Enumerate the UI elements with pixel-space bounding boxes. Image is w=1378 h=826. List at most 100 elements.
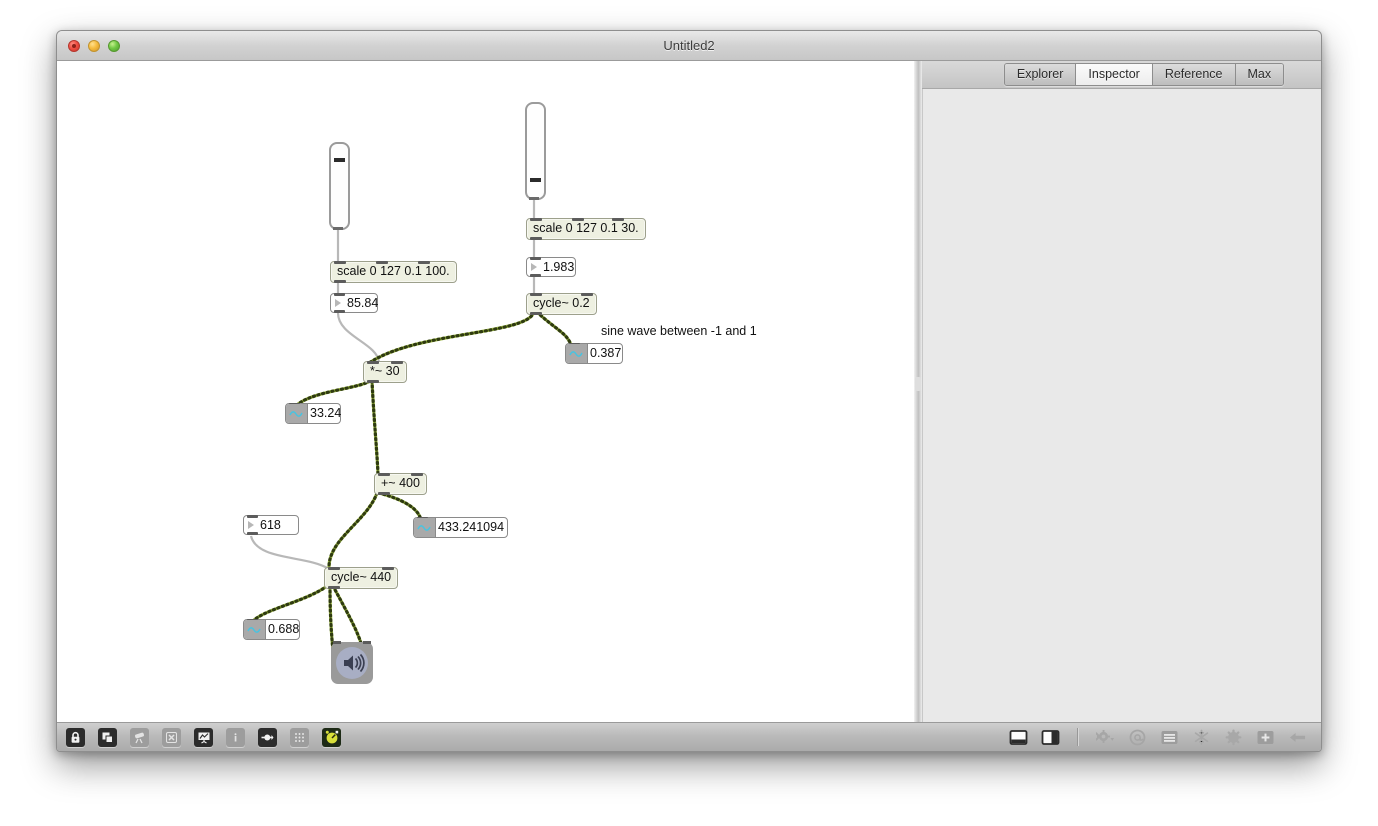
comment-sine-wave[interactable]: sine wave between -1 and 1: [601, 324, 757, 339]
number-triangle-icon: [248, 521, 254, 529]
inlet: [530, 257, 541, 260]
tab-strip: Explorer Inspector Reference Max: [1004, 63, 1284, 86]
tilde-icon: [566, 344, 588, 363]
screen: Untitled2: [0, 0, 1378, 826]
panel-bottom-icon[interactable]: [1009, 728, 1028, 747]
inlet: [334, 293, 345, 296]
inlet: [391, 361, 403, 364]
gear-dropdown-icon: [1096, 728, 1115, 747]
patch-cords: [57, 61, 919, 723]
patcher-window: Untitled2: [56, 30, 1322, 752]
object-text: cycle~ 440: [331, 570, 391, 584]
tilde-icon: [286, 404, 308, 423]
tab-max[interactable]: Max: [1236, 64, 1284, 85]
list-icon[interactable]: [1160, 728, 1179, 747]
info-icon: [226, 728, 245, 747]
speaker-icon: [336, 647, 368, 679]
at-icon: [1128, 728, 1147, 747]
tab-reference[interactable]: Reference: [1153, 64, 1236, 85]
panel-splitter[interactable]: [914, 61, 922, 723]
object-text: scale 0 127 0.1 30.: [533, 221, 639, 235]
window-title: Untitled2: [57, 38, 1321, 53]
signal-number-box-433[interactable]: 433.241094: [413, 517, 508, 538]
panel-side-icon[interactable]: [1041, 728, 1060, 747]
back-arrow-icon[interactable]: [1288, 728, 1307, 747]
outlet: [378, 492, 390, 495]
presentation-icon[interactable]: [194, 728, 213, 747]
slider-2-outlet: [529, 197, 539, 200]
window-titlebar: Untitled2: [57, 31, 1321, 61]
bottom-toolbar: [57, 722, 1321, 751]
inlet: [418, 261, 430, 264]
add-object-icon[interactable]: [98, 728, 117, 747]
window-body: scale 0 127 0.1 100. scale 0 127 0.1 30.…: [57, 61, 1321, 752]
outlet: [367, 380, 379, 383]
inlet: [530, 218, 542, 221]
tilde-icon: [414, 518, 436, 537]
signal-value: 0.688: [268, 622, 299, 636]
object-text: *~ 30: [370, 364, 400, 378]
plus-icon[interactable]: [1256, 728, 1275, 747]
inlet: [581, 293, 593, 296]
outlet: [530, 274, 541, 277]
object-cycle-lfo[interactable]: cycle~ 0.2: [526, 293, 597, 315]
toolbar-right-group: [1009, 728, 1321, 747]
patchcord-icon[interactable]: [258, 728, 277, 747]
lock-icon[interactable]: [66, 728, 85, 747]
signal-value: 0.387: [590, 346, 621, 360]
inlet: [612, 218, 624, 221]
outlet: [247, 532, 258, 535]
tab-explorer[interactable]: Explorer: [1005, 64, 1077, 85]
object-text: cycle~ 0.2: [533, 296, 590, 310]
inlet: [333, 641, 341, 644]
inlet: [378, 473, 390, 476]
inlet: [411, 473, 423, 476]
gauge-icon[interactable]: [322, 728, 341, 747]
toolbar-left-group: [57, 728, 341, 747]
outlet: [530, 237, 542, 240]
number-triangle-icon: [531, 263, 537, 271]
inlet: [530, 293, 542, 296]
side-panel-content[interactable]: [922, 89, 1322, 723]
close-x-icon: [162, 728, 181, 747]
grid-icon: [290, 728, 309, 747]
signal-value: 433.241094: [438, 520, 504, 534]
comment-text: sine wave between -1 and 1: [601, 324, 757, 338]
slider-2-handle[interactable]: [530, 178, 541, 182]
ezdac-speaker-button[interactable]: [331, 642, 373, 684]
splitter-grip[interactable]: [915, 377, 921, 391]
object-scale-1[interactable]: scale 0 127 0.1 100.: [330, 261, 457, 283]
number-box-1983[interactable]: 1.983: [526, 257, 576, 277]
object-cycle-osc[interactable]: cycle~ 440: [324, 567, 398, 589]
slider-1-handle[interactable]: [334, 158, 345, 162]
outlet: [328, 586, 340, 589]
patcher-canvas[interactable]: scale 0 127 0.1 100. scale 0 127 0.1 30.…: [57, 61, 920, 723]
inlet: [334, 261, 346, 264]
slider-2[interactable]: [525, 102, 546, 200]
object-add-signal[interactable]: +~ 400: [374, 473, 427, 495]
object-text: scale 0 127 0.1 100.: [337, 264, 450, 278]
side-panel: Explorer Inspector Reference Max: [922, 61, 1322, 723]
inlet: [382, 567, 394, 570]
number-box-85[interactable]: 85.84: [330, 293, 378, 313]
inlet: [247, 515, 258, 518]
tilde-icon: [244, 620, 266, 639]
toolbar-separator: [1077, 728, 1079, 746]
object-multiply-signal[interactable]: *~ 30: [363, 361, 407, 383]
sun-icon: [1224, 728, 1243, 747]
inlet: [367, 361, 379, 364]
signal-number-box-0387[interactable]: 0.387: [565, 343, 623, 364]
number-value: 1.983: [543, 260, 574, 274]
inlet: [328, 567, 340, 570]
number-box-618[interactable]: 618: [243, 515, 299, 535]
signal-number-box-3324[interactable]: 33.24: [285, 403, 341, 424]
number-triangle-icon: [335, 299, 341, 307]
tab-inspector[interactable]: Inspector: [1076, 64, 1152, 85]
signal-number-box-0688[interactable]: 0.688: [243, 619, 300, 640]
number-value: 85.84: [347, 296, 378, 310]
inlet: [363, 641, 371, 644]
object-scale-2[interactable]: scale 0 127 0.1 30.: [526, 218, 646, 240]
snowflake-icon: [1192, 728, 1211, 747]
inlet: [376, 261, 388, 264]
slider-1[interactable]: [329, 142, 350, 230]
